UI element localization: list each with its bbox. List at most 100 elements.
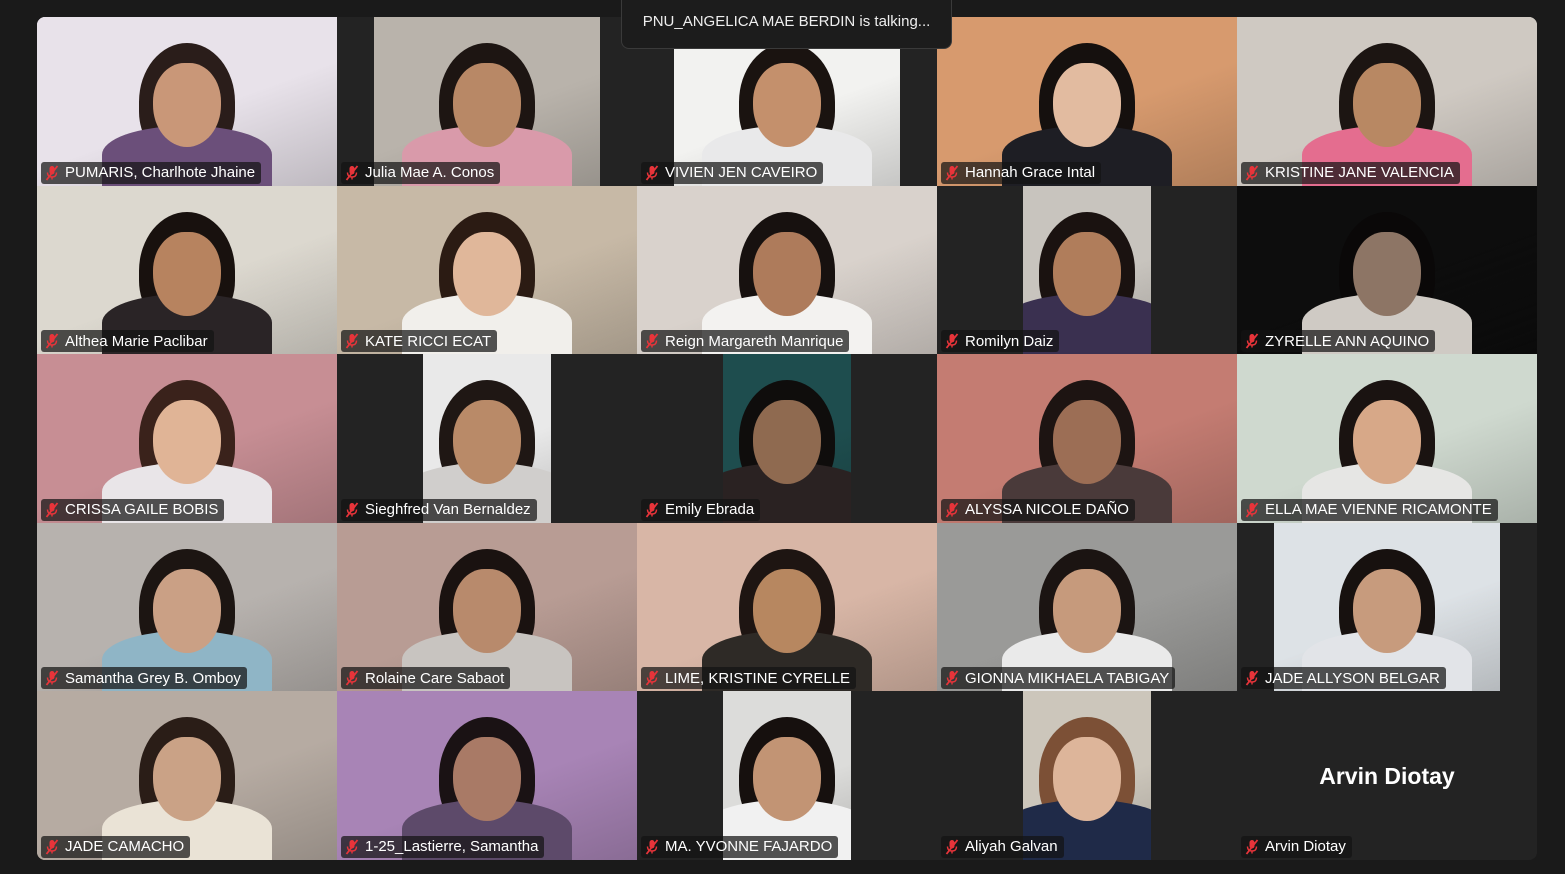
video-feed (937, 17, 1237, 186)
zoom-gallery-view: PUMARIS, Charlhote Jhaine Julia Mae A. Co… (0, 0, 1565, 874)
video-feed (937, 354, 1237, 523)
mic-off-icon (945, 165, 959, 181)
participant-tile[interactable]: Julia Mae A. Conos (337, 17, 637, 186)
participant-tile[interactable]: CRISSA GAILE BOBIS (37, 354, 337, 523)
participant-face (153, 737, 221, 822)
mic-off-icon (645, 165, 659, 181)
participant-tile[interactable]: ELLA MAE VIENNE RICAMONTE (1237, 354, 1537, 523)
participant-name: Sieghfred Van Bernaldez (365, 501, 531, 519)
participant-name: VIVIEN JEN CAVEIRO (665, 164, 818, 182)
mic-off-icon (45, 502, 59, 518)
mic-off-icon (345, 839, 359, 855)
participant-nameplate: Arvin Diotay (1241, 835, 1352, 858)
participant-tile[interactable]: KATE RICCI ECAT (337, 185, 637, 355)
participant-face (1053, 400, 1121, 485)
participant-tile[interactable]: PUMARIS, Charlhote Jhaine (37, 17, 337, 186)
participant-face (1053, 568, 1121, 653)
participant-face (153, 568, 221, 653)
avatar-name-label: Arvin Diotay (1319, 763, 1455, 790)
participant-nameplate: Samantha Grey B. Omboy (41, 667, 247, 690)
mic-off-icon (645, 502, 659, 518)
participant-name: Aliyah Galvan (965, 838, 1058, 856)
participant-tile[interactable]: Hannah Grace Intal (937, 17, 1237, 186)
participant-tile[interactable]: JADE CAMACHO (37, 691, 337, 860)
participant-face (753, 231, 821, 316)
participant-name: JADE ALLYSON BELGAR (1265, 669, 1440, 687)
participant-face (453, 63, 521, 147)
participant-name: Emily Ebrada (665, 501, 755, 519)
video-feed (37, 17, 337, 186)
video-feed (723, 354, 851, 523)
participant-nameplate: ELLA MAE VIENNE RICAMONTE (1241, 498, 1498, 521)
mic-off-icon (345, 670, 359, 686)
participant-tile[interactable]: KRISTINE JANE VALENCIA (1237, 17, 1537, 186)
participant-nameplate: ALYSSA NICOLE DAÑO (941, 498, 1135, 521)
participant-name: 1-25_Lastierre, Samantha (365, 838, 539, 856)
participant-face (753, 63, 821, 147)
participant-tile[interactable]: Althea Marie Paclibar (37, 185, 337, 355)
participant-tile[interactable]: Samantha Grey B. Omboy (37, 522, 337, 692)
participant-tile[interactable]: Rolaine Care Sabaot (337, 522, 637, 692)
mic-off-icon (945, 839, 959, 855)
participant-name: MA. YVONNE FAJARDO (665, 838, 833, 856)
participant-nameplate: Hannah Grace Intal (941, 161, 1102, 184)
participant-tile[interactable]: Romilyn Daiz (937, 185, 1237, 355)
mic-off-icon (345, 502, 359, 518)
participant-face (453, 231, 521, 316)
participant-name: Althea Marie Paclibar (65, 332, 208, 350)
participant-face (1353, 400, 1421, 485)
video-feed (37, 522, 337, 692)
participant-tile[interactable]: ALYSSA NICOLE DAÑO (937, 354, 1237, 523)
participant-name: Hannah Grace Intal (965, 164, 1096, 182)
participant-face (453, 737, 521, 822)
participant-tile[interactable]: Arvin Diotay Arvin Diotay (1237, 691, 1537, 860)
participant-tile[interactable]: 1-25_Lastierre, Samantha (337, 691, 637, 860)
participant-name: PUMARIS, Charlhote Jhaine (65, 164, 256, 182)
participant-tile[interactable]: JADE ALLYSON BELGAR (1237, 522, 1537, 692)
mic-off-icon (1245, 165, 1259, 181)
participant-face (153, 400, 221, 485)
video-feed (37, 691, 337, 860)
participant-face (1353, 568, 1421, 653)
video-feed (1237, 17, 1537, 186)
participant-face (1053, 231, 1121, 316)
participant-tile[interactable]: Reign Margareth Manrique (637, 185, 937, 355)
participant-face (1353, 63, 1421, 147)
participant-tile[interactable]: GIONNA MIKHAELA TABIGAY (937, 522, 1237, 692)
participant-name: Julia Mae A. Conos (365, 164, 495, 182)
mic-off-icon (645, 670, 659, 686)
participant-tile[interactable]: Sieghfred Van Bernaldez (337, 354, 637, 523)
participant-nameplate: CRISSA GAILE BOBIS (41, 498, 225, 521)
participant-tile[interactable]: Aliyah Galvan (937, 691, 1237, 860)
participant-nameplate: PUMARIS, Charlhote Jhaine (41, 161, 262, 184)
mic-off-icon (945, 670, 959, 686)
participant-tile[interactable]: MA. YVONNE FAJARDO (637, 691, 937, 860)
participant-tile[interactable]: LIME, KRISTINE CYRELLE (637, 522, 937, 692)
talking-indicator: PNU_ANGELICA MAE BERDIN is talking... (621, 0, 952, 49)
participant-tile[interactable]: Emily Ebrada (637, 354, 937, 523)
participant-tile[interactable]: ZYRELLE ANN AQUINO (1237, 185, 1537, 355)
participant-face (753, 737, 821, 822)
participant-nameplate: ZYRELLE ANN AQUINO (1241, 330, 1436, 353)
video-feed (637, 522, 937, 692)
video-feed (37, 354, 337, 523)
participant-nameplate: 1-25_Lastierre, Samantha (341, 835, 545, 858)
participant-face (753, 568, 821, 653)
participant-nameplate: JADE ALLYSON BELGAR (1241, 667, 1446, 690)
video-feed (423, 354, 551, 523)
mic-off-icon (45, 165, 59, 181)
participant-nameplate: VIVIEN JEN CAVEIRO (641, 161, 824, 184)
participant-nameplate: KRISTINE JANE VALENCIA (1241, 161, 1460, 184)
mic-off-icon (945, 333, 959, 349)
participant-face (1053, 737, 1121, 822)
participant-face (153, 63, 221, 147)
participant-nameplate: MA. YVONNE FAJARDO (641, 835, 839, 858)
participant-nameplate: Althea Marie Paclibar (41, 330, 214, 353)
video-feed (723, 691, 851, 860)
participant-name: Arvin Diotay (1265, 838, 1346, 856)
participant-nameplate: Romilyn Daiz (941, 330, 1060, 353)
video-feed (1237, 185, 1537, 355)
participant-name: Samantha Grey B. Omboy (65, 669, 241, 687)
mic-off-icon (45, 333, 59, 349)
participant-name: Rolaine Care Sabaot (365, 669, 505, 687)
